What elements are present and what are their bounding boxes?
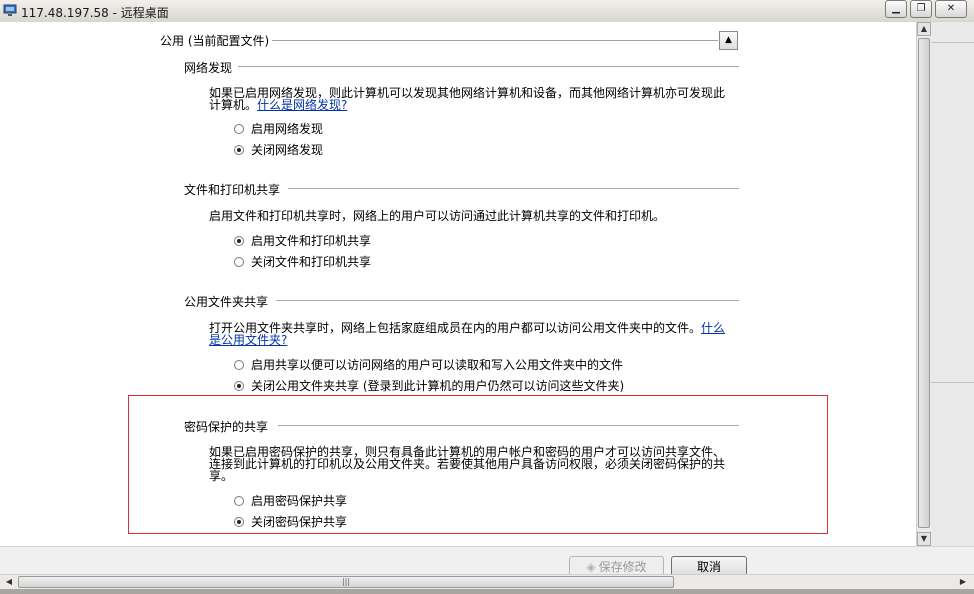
password-sharing-on-option[interactable]: 启用密码保护共享: [234, 494, 347, 508]
file-printer-sharing-off-option[interactable]: 关闭文件和打印机共享: [234, 255, 371, 269]
network-discovery-title: 网络发现: [184, 61, 233, 75]
public-folder-sharing-on-radio[interactable]: [234, 360, 244, 370]
public-folder-help-link-2[interactable]: 是公用文件夹?: [209, 333, 287, 347]
network-discovery-off-radio[interactable]: [234, 145, 244, 155]
dialog-footer: ◈ 保存修改 取消: [0, 546, 974, 578]
password-sharing-divider: [278, 425, 739, 426]
vertical-scroll-thumb[interactable]: [918, 38, 930, 528]
scroll-left-button[interactable]: ◀: [2, 576, 16, 588]
window-title-bar: 117.48.197.58 - 远程桌面 ▁ ❐ ✕: [0, 0, 974, 23]
window-title: 117.48.197.58 - 远程桌面: [21, 6, 169, 20]
password-sharing-description: 如果已启用密码保护的共享，则只有具备此计算机的用户帐户和密码的用户才可以访问共享…: [209, 445, 726, 483]
file-printer-sharing-description: 启用文件和打印机共享时，网络上的用户可以访问通过此计算机共享的文件和打印机。: [209, 209, 666, 223]
file-printer-sharing-on-radio[interactable]: [234, 236, 244, 246]
password-sharing-on-radio[interactable]: [234, 496, 244, 506]
file-printer-sharing-off-radio[interactable]: [234, 257, 244, 267]
background-window-strip: [931, 22, 974, 546]
public-folder-sharing-description: 打开公用文件夹共享时，网络上包括家庭组成员在内的用户都可以访问公用文件夹中的文件…: [209, 321, 726, 347]
vertical-scrollbar[interactable]: ▲ ▼: [916, 22, 931, 546]
public-folder-sharing-off-option[interactable]: 关闭公用文件夹共享 (登录到此计算机的用户仍然可以访问这些文件夹): [234, 379, 624, 393]
network-discovery-description: 如果已启用网络发现，则此计算机可以发现其他网络计算机和设备，而其他网络计算机亦可…: [209, 86, 726, 112]
public-profile-header[interactable]: 公用 (当前配置文件): [160, 32, 269, 49]
password-sharing-title: 密码保护的共享: [184, 420, 269, 434]
file-printer-sharing-title: 文件和打印机共享: [184, 183, 281, 197]
network-discovery-on-option[interactable]: 启用网络发现: [234, 122, 323, 136]
public-folder-sharing-on-option[interactable]: 启用共享以便可以访问网络的用户可以读取和写入公用文件夹中的文件: [234, 358, 623, 372]
public-folder-help-link-1[interactable]: 什么: [701, 321, 725, 335]
public-profile-divider: [272, 40, 718, 41]
scroll-right-button[interactable]: ▶: [956, 576, 970, 588]
network-discovery-off-option[interactable]: 关闭网络发现: [234, 143, 323, 157]
minimize-button[interactable]: ▁: [885, 0, 907, 18]
public-folder-sharing-off-radio[interactable]: [234, 381, 244, 391]
scroll-down-button[interactable]: ▼: [917, 532, 931, 546]
restore-button[interactable]: ❐: [910, 0, 932, 18]
network-discovery-help-link[interactable]: 什么是网络发现?: [257, 98, 347, 112]
password-sharing-off-option[interactable]: 关闭密码保护共享: [234, 515, 347, 529]
network-discovery-on-radio[interactable]: [234, 124, 244, 134]
file-printer-sharing-on-option[interactable]: 启用文件和打印机共享: [234, 234, 371, 248]
close-button[interactable]: ✕: [935, 0, 967, 18]
file-printer-sharing-divider: [288, 188, 739, 189]
network-discovery-divider: [238, 66, 739, 67]
public-folder-sharing-divider: [276, 300, 739, 301]
public-folder-sharing-title: 公用文件夹共享: [184, 295, 269, 309]
scroll-up-button[interactable]: ▲: [917, 22, 931, 36]
taskbar-edge: [0, 589, 974, 594]
remote-desktop-icon: [3, 4, 17, 16]
password-sharing-off-radio[interactable]: [234, 517, 244, 527]
sharing-settings-panel: 公用 (当前配置文件) ▲ 网络发现 如果已启用网络发现，则此计算机可以发现其他…: [0, 22, 916, 546]
horizontal-scrollbar[interactable]: ◀ ||| ▶: [0, 574, 974, 589]
horizontal-scroll-thumb[interactable]: |||: [18, 576, 674, 588]
collapse-button[interactable]: ▲: [719, 31, 738, 50]
